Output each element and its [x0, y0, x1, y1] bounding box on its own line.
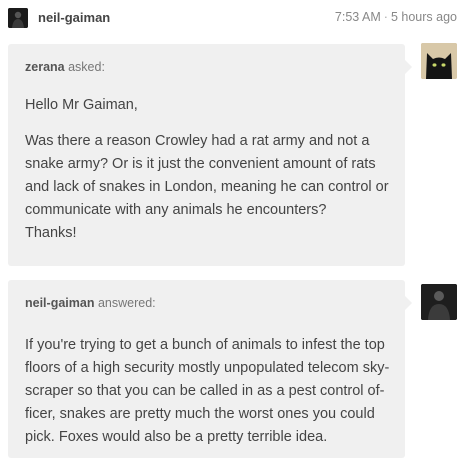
post-relative-time: 5 hours ago [390, 10, 457, 24]
question-body-text: Was there a reason Crowley had a rat arm… [25, 133, 389, 218]
question-signoff: Thanks! [25, 222, 397, 245]
answer-body-text: If you're trying to get a bunch of anima… [25, 337, 390, 445]
answer-bubble: neil-gaiman answered: If you're trying t… [8, 280, 412, 458]
time-separator: · [383, 10, 388, 24]
question-meta: zerana asked: [25, 60, 105, 74]
post-time: 7:53 AM [334, 10, 381, 24]
question-body: Was there a reason Crowley had a rat arm… [25, 130, 397, 222]
answerer-name[interactable]: neil-gaiman [25, 296, 94, 310]
asker-name[interactable]: zerana [25, 60, 65, 74]
question-signoff-text: Thanks! [25, 225, 77, 241]
blog-username-link[interactable]: neil-gaiman [38, 10, 110, 25]
person-silhouette-icon [8, 8, 28, 28]
asker-avatar[interactable] [421, 43, 457, 79]
answerer-avatar[interactable] [421, 284, 457, 320]
cat-avatar-icon [421, 43, 457, 79]
question-greeting: Hello Mr Gaiman, [25, 94, 397, 117]
asked-label: asked: [64, 60, 105, 74]
question-greeting-text: Hello Mr Gaiman, [25, 97, 138, 113]
post-header: neil-gaiman 7:53 AM · 5 hours ago [0, 0, 468, 36]
question-bubble: zerana asked: Hello Mr Gaiman, Was there… [8, 44, 412, 266]
answered-label: answered: [94, 296, 156, 310]
person-silhouette-icon [421, 284, 457, 320]
answer-meta: neil-gaiman answered: [25, 296, 156, 310]
post-timestamp[interactable]: 7:53 AM · 5 hours ago [335, 10, 457, 24]
blog-avatar[interactable] [8, 8, 28, 28]
answer-body: If you're trying to get a bunch of anima… [25, 334, 397, 449]
